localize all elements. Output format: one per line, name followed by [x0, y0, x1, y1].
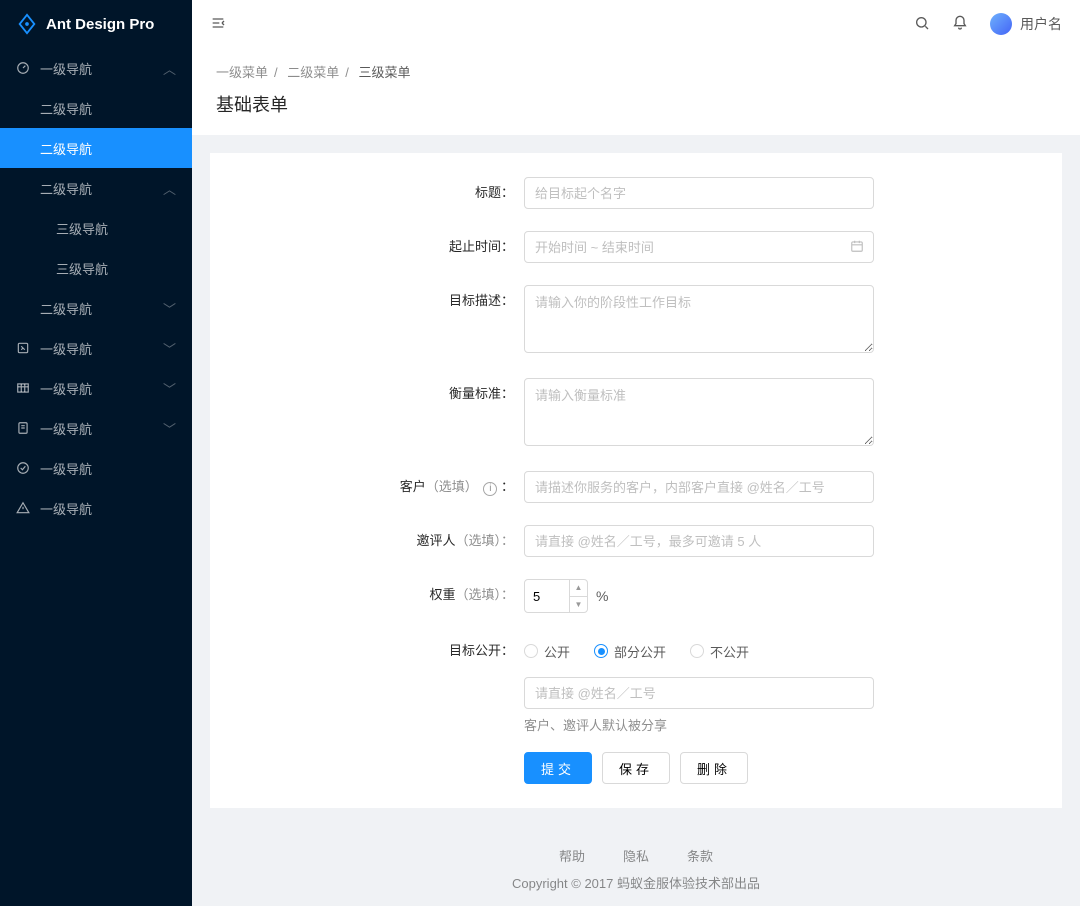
nav-label: 二级导航	[40, 99, 92, 118]
nav-label: 一级导航	[40, 379, 92, 398]
radio-private[interactable]: 不公开	[690, 642, 749, 661]
breadcrumb: 一级菜单/ 二级菜单/ 三级菜单	[216, 62, 1056, 81]
nav-label: 三级导航	[56, 259, 108, 278]
chevron-down-icon: ﹀	[163, 419, 176, 438]
nav-label: 三级导航	[56, 219, 108, 238]
chevron-up-icon: ︿	[163, 59, 176, 78]
footer-link-terms[interactable]: 条款	[687, 846, 713, 865]
weight-stepper[interactable]: ▲ ▼	[524, 579, 588, 613]
footer-link-help[interactable]: 帮助	[559, 846, 585, 865]
chevron-up-icon: ︿	[163, 179, 176, 198]
nav-item-lvl1-6[interactable]: 一级导航	[0, 488, 192, 528]
weight-input[interactable]	[525, 580, 569, 612]
public-radio-group: 公开 部分公开 不公开	[524, 635, 874, 667]
stepper-up[interactable]: ▲	[570, 580, 587, 597]
weight-suffix: %	[596, 588, 608, 604]
top-header: 用户名	[192, 0, 1080, 48]
submit-button[interactable]: 提交	[524, 752, 592, 784]
search-icon[interactable]	[914, 15, 930, 34]
nav-label: 一级导航	[40, 419, 92, 438]
date-range-input[interactable]	[524, 231, 874, 263]
page-title: 基础表单	[216, 91, 1056, 117]
breadcrumb-item: 三级菜单	[359, 65, 411, 80]
page-header: 一级菜单/ 二级菜单/ 三级菜单 基础表单	[192, 48, 1080, 135]
nav-item-lvl2-1[interactable]: 二级导航	[0, 88, 192, 128]
nav-label: 一级导航	[40, 59, 92, 78]
nav-label: 一级导航	[40, 459, 92, 478]
calendar-icon	[850, 239, 864, 256]
brand-name: Ant Design Pro	[46, 16, 154, 33]
delete-button[interactable]: 删除	[680, 752, 748, 784]
footer-link-privacy[interactable]: 隐私	[623, 846, 649, 865]
reviewer-input[interactable]	[524, 525, 874, 557]
nav-label: 二级导航	[40, 299, 92, 318]
table-icon	[16, 381, 30, 395]
metric-label: 衡量标准：	[234, 378, 524, 410]
info-icon[interactable]: i	[483, 482, 497, 496]
nav-label: 二级导航	[40, 139, 92, 158]
warning-icon	[16, 501, 30, 515]
public-help-text: 客户、邀评人默认被分享	[524, 715, 874, 734]
nav-label: 一级导航	[40, 339, 92, 358]
avatar	[990, 13, 1012, 35]
nav-label: 一级导航	[40, 499, 92, 518]
radio-partial[interactable]: 部分公开	[594, 642, 666, 661]
nav-menu: 一级导航 ︿ 二级导航 二级导航 二级导航 ︿ 三级导航 三级导航 二级导航 ﹀…	[0, 48, 192, 528]
metric-textarea[interactable]	[524, 378, 874, 446]
save-button[interactable]: 保存	[602, 752, 670, 784]
breadcrumb-item[interactable]: 一级菜单	[216, 65, 268, 80]
desc-label: 目标描述：	[234, 285, 524, 317]
bell-icon[interactable]	[952, 15, 968, 34]
form-icon	[16, 341, 30, 355]
username: 用户名	[1020, 14, 1062, 34]
weight-label: 权重（选填）：	[234, 579, 524, 611]
sidebar: Ant Design Pro 一级导航 ︿ 二级导航 二级导航 二级导航 ︿ 三…	[0, 0, 192, 906]
nav-item-lvl1-5[interactable]: 一级导航	[0, 448, 192, 488]
nav-item-lvl2-4[interactable]: 二级导航 ﹀	[0, 288, 192, 328]
nav-item-lvl2-2[interactable]: 二级导航	[0, 128, 192, 168]
profile-icon	[16, 421, 30, 435]
radio-public[interactable]: 公开	[524, 642, 570, 661]
chevron-down-icon: ﹀	[163, 379, 176, 398]
logo-icon	[16, 13, 38, 35]
dashboard-icon	[16, 61, 30, 75]
share-target-input[interactable]	[524, 677, 874, 709]
nav-item-lvl1-4[interactable]: 一级导航 ﹀	[0, 408, 192, 448]
check-circle-icon	[16, 461, 30, 475]
customer-label: 客户（选填） i ：	[234, 471, 524, 503]
title-input[interactable]	[524, 177, 874, 209]
stepper-down[interactable]: ▼	[570, 597, 587, 613]
nav-item-lvl1-2[interactable]: 一级导航 ﹀	[0, 328, 192, 368]
user-menu[interactable]: 用户名	[990, 13, 1062, 35]
footer-copyright: Copyright © 2017 蚂蚁金服体验技术部出品	[192, 873, 1080, 892]
footer: 帮助 隐私 条款 Copyright © 2017 蚂蚁金服体验技术部出品	[192, 826, 1080, 906]
brand-logo[interactable]: Ant Design Pro	[0, 0, 192, 48]
nav-label: 二级导航	[40, 179, 92, 198]
nav-item-lvl1-1[interactable]: 一级导航 ︿	[0, 48, 192, 88]
chevron-down-icon: ﹀	[163, 339, 176, 358]
desc-textarea[interactable]	[524, 285, 874, 353]
date-label: 起止时间：	[234, 231, 524, 263]
nav-item-lvl1-3[interactable]: 一级导航 ﹀	[0, 368, 192, 408]
public-label: 目标公开：	[234, 635, 524, 667]
customer-input[interactable]	[524, 471, 874, 503]
menu-fold-icon[interactable]	[210, 15, 226, 34]
form-card: 标题： 起止时间： 目标描述： 衡量标准：	[210, 153, 1062, 808]
reviewer-label: 邀评人（选填）：	[234, 525, 524, 557]
chevron-down-icon: ﹀	[163, 299, 176, 318]
title-label: 标题：	[234, 177, 524, 209]
nav-item-lvl3-1[interactable]: 三级导航	[0, 208, 192, 248]
nav-item-lvl3-2[interactable]: 三级导航	[0, 248, 192, 288]
breadcrumb-item[interactable]: 二级菜单	[287, 65, 339, 80]
nav-item-lvl2-3[interactable]: 二级导航 ︿	[0, 168, 192, 208]
